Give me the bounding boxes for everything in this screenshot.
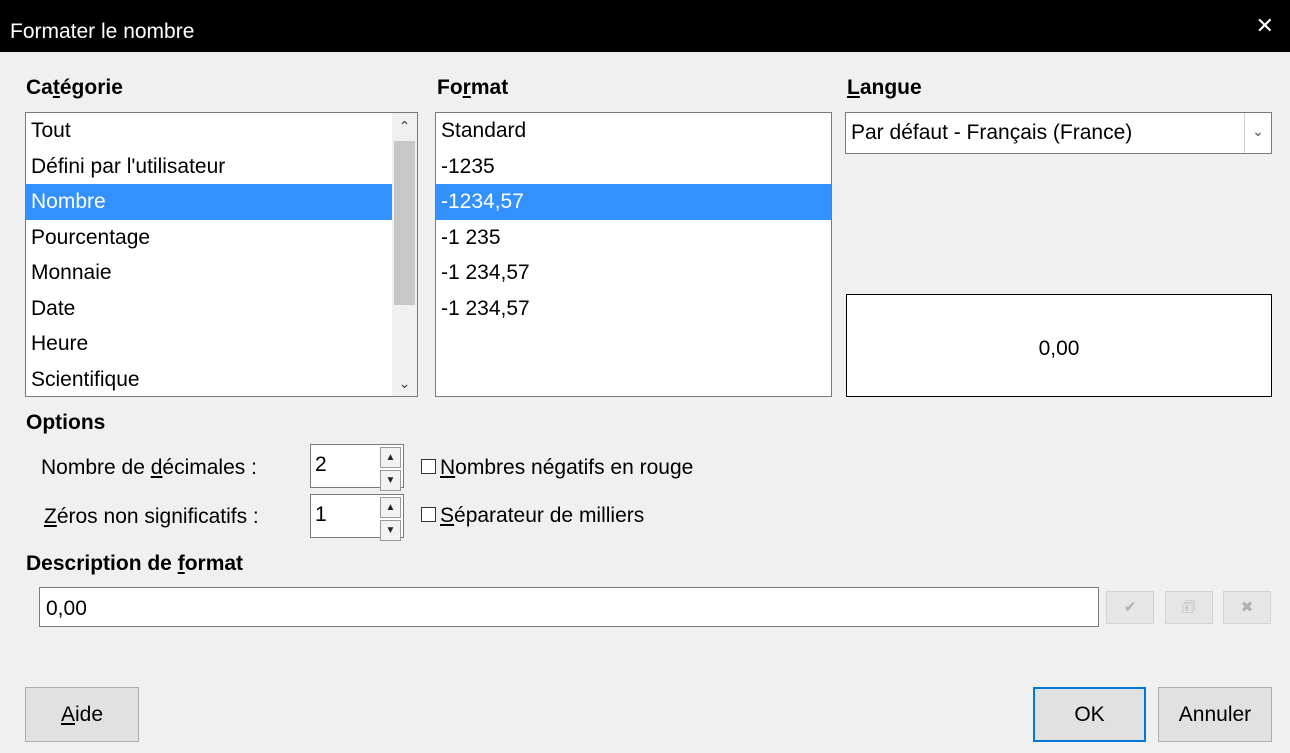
close-icon[interactable]: ✕ bbox=[1256, 14, 1274, 38]
edit-comment-icon: 🗊 bbox=[1182, 599, 1196, 616]
format-list-item[interactable]: -1235 bbox=[436, 149, 831, 185]
format-list-item[interactable]: -1 234,57 bbox=[436, 255, 831, 291]
checkbox-icon[interactable] bbox=[421, 458, 436, 474]
check-icon: ✔ bbox=[1123, 599, 1137, 616]
decimals-up-icon[interactable]: ▲ bbox=[380, 447, 401, 468]
category-list-item[interactable]: Date bbox=[26, 291, 417, 327]
category-list[interactable]: Tout Défini par l'utilisateur Nombre Pource… bbox=[25, 112, 418, 397]
format-list-item[interactable]: -1 235 bbox=[436, 220, 831, 256]
language-value: Par défaut - Français (France) bbox=[851, 121, 1133, 144]
category-list-item[interactable]: Heure bbox=[26, 326, 417, 362]
chevron-down-icon[interactable]: ⌄ bbox=[1244, 113, 1271, 153]
zeros-label: Zéros non significatifs : bbox=[44, 505, 259, 528]
thousands-separator-checkbox[interactable]: Séparateur de milliers bbox=[421, 504, 644, 528]
category-list-item[interactable]: Nombre bbox=[26, 184, 417, 220]
category-list-item[interactable]: Défini par l'utilisateur bbox=[26, 149, 417, 185]
zeros-down-icon[interactable]: ▼ bbox=[380, 520, 401, 541]
scroll-thumb[interactable] bbox=[394, 141, 415, 305]
decimals-stepper[interactable]: 2 ▲ ▼ bbox=[310, 444, 404, 491]
category-list-item[interactable]: Monnaie bbox=[26, 255, 417, 291]
decimals-label: Nombre de décimales : bbox=[41, 456, 257, 479]
help-button[interactable]: Aide bbox=[25, 687, 139, 742]
category-list-item[interactable]: Scientifique bbox=[26, 362, 417, 397]
format-list-item[interactable]: -1 234,57 bbox=[436, 291, 831, 327]
edit-comment-button[interactable]: 🗊 bbox=[1165, 591, 1213, 624]
language-select[interactable]: Par défaut - Français (France) ⌄ bbox=[845, 112, 1272, 154]
ok-button[interactable]: OK bbox=[1033, 687, 1146, 742]
format-code-label: Description de format bbox=[26, 552, 244, 575]
format-list-item[interactable]: Standard bbox=[436, 113, 831, 149]
delete-format-button[interactable]: ✖ bbox=[1223, 591, 1271, 624]
zeros-stepper[interactable]: 1 ▲ ▼ bbox=[310, 494, 404, 541]
format-code-value: 0,00 bbox=[46, 597, 87, 620]
category-label: Catégorie bbox=[26, 76, 123, 99]
add-format-button[interactable]: ✔ bbox=[1106, 591, 1154, 624]
category-list-item[interactable]: Tout bbox=[26, 113, 417, 149]
format-list[interactable]: Standard -1235 -1234,57 -1 235 -1 234,57 -1 2… bbox=[435, 112, 832, 397]
decimals-value: 2 bbox=[315, 453, 327, 476]
zeros-up-icon[interactable]: ▲ bbox=[380, 497, 401, 518]
language-label: Langue bbox=[847, 76, 922, 99]
format-preview: 0,00 bbox=[846, 294, 1272, 397]
format-label: Format bbox=[437, 76, 509, 99]
negative-red-checkbox[interactable]: Nombres négatifs en rouge bbox=[421, 456, 693, 480]
category-scrollbar[interactable]: ⌃ ⌄ bbox=[392, 113, 417, 396]
format-list-item[interactable]: -1234,57 bbox=[436, 184, 831, 220]
dialog-title: Formater le nombre bbox=[10, 20, 195, 43]
category-list-item[interactable]: Pourcentage bbox=[26, 220, 417, 256]
scroll-down-icon[interactable]: ⌄ bbox=[392, 370, 417, 396]
delete-icon: ✖ bbox=[1240, 599, 1254, 616]
decimals-down-icon[interactable]: ▼ bbox=[380, 470, 401, 491]
options-heading: Options bbox=[26, 411, 106, 434]
preview-value: 0,00 bbox=[1038, 337, 1080, 360]
scroll-up-icon[interactable]: ⌃ bbox=[392, 113, 417, 139]
title-bar: Formater le nombre ✕ bbox=[0, 0, 1290, 52]
checkbox-icon[interactable] bbox=[421, 506, 436, 522]
zeros-value: 1 bbox=[315, 503, 327, 526]
format-code-input[interactable]: 0,00 bbox=[39, 587, 1099, 627]
cancel-button[interactable]: Annuler bbox=[1158, 687, 1272, 742]
